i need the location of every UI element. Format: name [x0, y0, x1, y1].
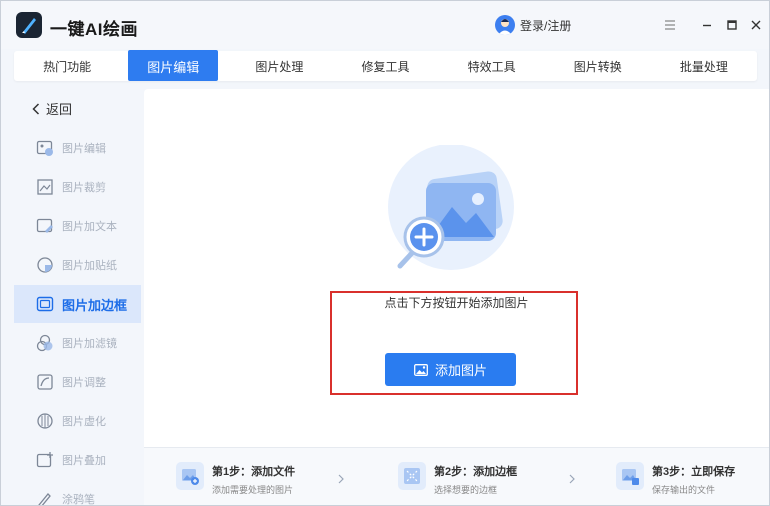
chevron-left-icon [32, 102, 40, 115]
sidebar-item-overlay[interactable]: 图片叠加 [14, 441, 141, 479]
save-icon [616, 462, 644, 490]
sidebar-item-blur[interactable]: 图片虚化 [14, 402, 141, 440]
sidebar: 返回 图片编辑 图片裁剪 图片加文本 图片加贴纸 图片加边框 图片加滤镜 图片调… [14, 89, 141, 505]
sidebar-item-sticker[interactable]: 图片加贴纸 [14, 246, 141, 284]
tab-repair-tools[interactable]: 修复工具 [332, 51, 438, 81]
sidebar-item-frame[interactable]: 图片加边框 [14, 285, 141, 323]
frame-icon [36, 295, 54, 313]
login-button[interactable]: 登录/注册 [495, 15, 571, 35]
back-label: 返回 [46, 102, 73, 117]
tab-image-edit[interactable]: 图片编辑 [120, 50, 226, 81]
tab-image-convert[interactable]: 图片转换 [545, 51, 651, 81]
step-2: 第2步：添加边框 选择想要的边框 [398, 462, 517, 496]
sidebar-item-filter[interactable]: 图片加滤镜 [14, 324, 141, 362]
add-file-icon [176, 462, 204, 490]
app-title: 一键AI绘画 [50, 20, 138, 39]
image-edit-icon [36, 139, 54, 157]
app-logo-icon [16, 12, 42, 38]
minimize-button[interactable] [699, 17, 715, 33]
back-button[interactable]: 返回 [32, 99, 72, 118]
minimize-icon [703, 24, 711, 27]
sidebar-item-crop[interactable]: 图片裁剪 [14, 168, 141, 206]
sidebar-item-brush[interactable]: 涂鸦笔 [14, 480, 141, 505]
sticker-icon [36, 256, 54, 274]
chevron-right-icon [569, 474, 575, 484]
menu-icon [665, 20, 675, 30]
close-icon [751, 20, 761, 30]
app-window: 一键AI绘画 登录/注册 热门功能 图片编辑 图片处理 修复工具 特效工具 图片… [0, 0, 770, 506]
crop-icon [36, 178, 54, 196]
login-label: 登录/注册 [520, 18, 572, 33]
sidebar-item-adjust[interactable]: 图片调整 [14, 363, 141, 401]
sidebar-item-add-text[interactable]: 图片加文本 [14, 207, 141, 245]
add-image-button[interactable]: 添加图片 [385, 353, 516, 386]
avatar [495, 15, 515, 35]
maximize-button[interactable] [724, 17, 740, 33]
close-button[interactable] [748, 17, 764, 33]
blur-icon [36, 412, 54, 430]
title-bar: 一键AI绘画 登录/注册 [1, 1, 769, 49]
overlay-icon [36, 451, 54, 469]
tab-image-process[interactable]: 图片处理 [226, 51, 332, 81]
adjust-icon [36, 373, 54, 391]
add-frame-icon [398, 462, 426, 490]
tab-effect-tools[interactable]: 特效工具 [439, 51, 545, 81]
image-placeholder-icon [386, 144, 516, 275]
empty-state-prompt: 点击下方按钮开始添加图片 [384, 296, 529, 310]
tab-batch-process[interactable]: 批量处理 [651, 51, 757, 81]
menu-button[interactable] [662, 17, 678, 33]
step-3: 第3步：立即保存 保存输出的文件 [616, 462, 735, 496]
filter-icon [36, 334, 54, 352]
step-1: 第1步：添加文件 添加需要处理的图片 [176, 462, 295, 496]
tab-hot-features[interactable]: 热门功能 [14, 51, 120, 81]
top-tabs: 热门功能 图片编辑 图片处理 修复工具 特效工具 图片转换 批量处理 [14, 50, 757, 81]
add-image-label: 添加图片 [434, 363, 487, 378]
image-icon [414, 363, 428, 376]
brush-icon [36, 490, 54, 505]
image-text-icon [36, 217, 54, 235]
steps-bar: 第1步：添加文件 添加需要处理的图片 第2步：添加边框 选择想要的边框 第3步：… [144, 447, 769, 505]
chevron-right-icon [338, 474, 344, 484]
main-panel: 点击下方按钮开始添加图片 添加图片 第1步：添加文件 添加需要处理的图片 第2步… [144, 89, 769, 505]
sidebar-item-image-edit[interactable]: 图片编辑 [14, 129, 141, 167]
maximize-icon [727, 20, 737, 30]
